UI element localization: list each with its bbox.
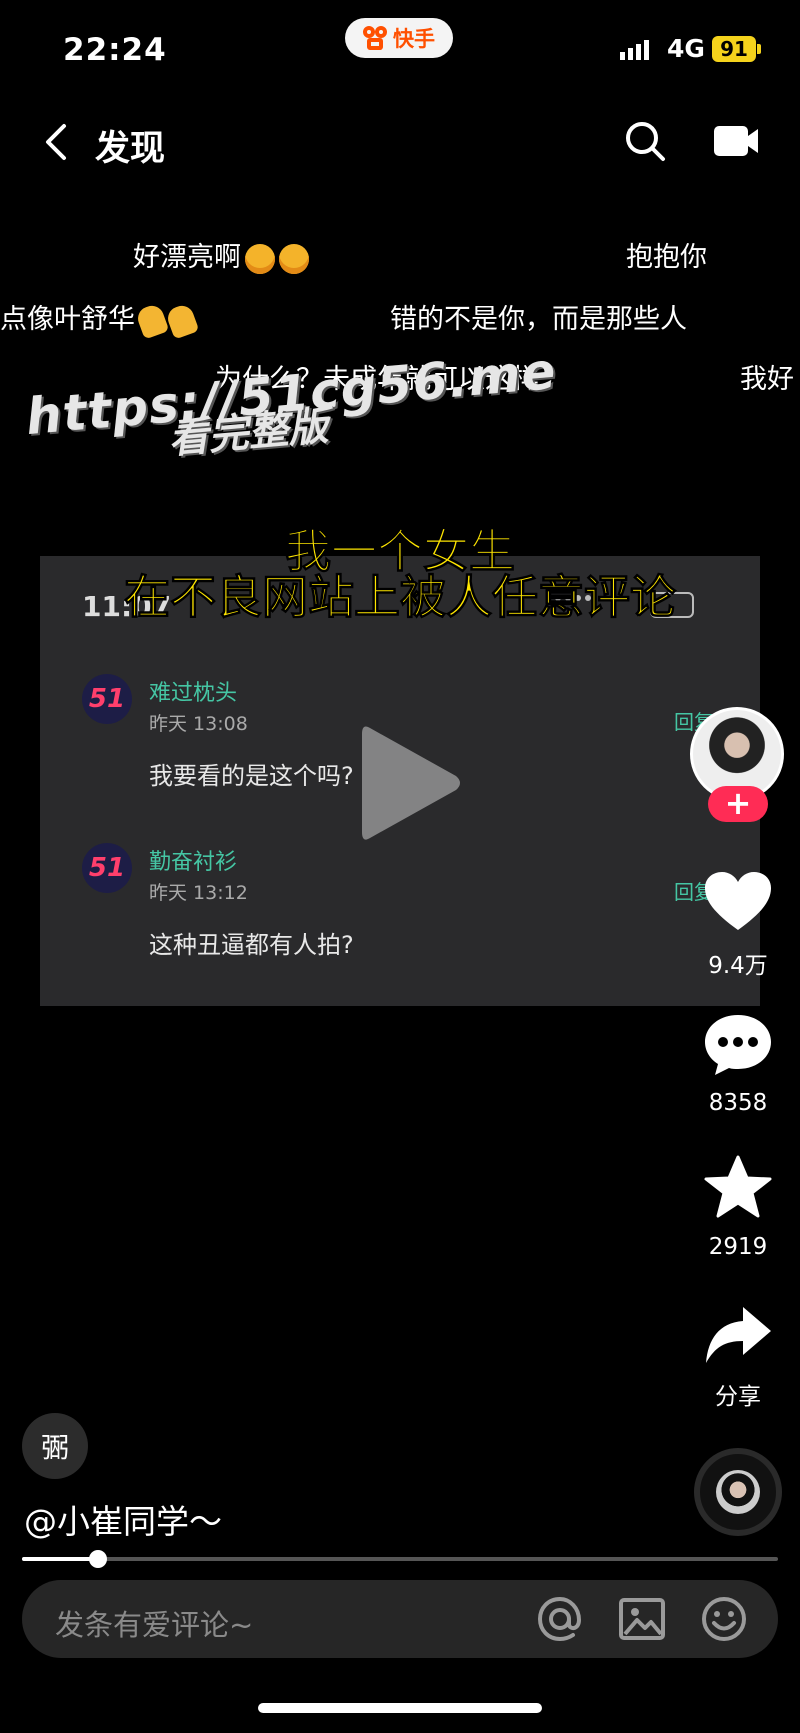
progress-knob[interactable] [88,1550,107,1568]
comment-text: 这种丑逼都有人拍? [149,931,354,959]
blush-emoji-icon [245,243,275,274]
clap-emoji-icon [164,301,200,340]
commenter-avatar: 51 [82,843,132,893]
danmaku-item: 错的不是你，而是那些人 [390,304,687,335]
favorite-count: 2919 [708,1234,768,1260]
battery-level: 91 [712,36,756,62]
star-icon[interactable] [703,1155,773,1219]
danmaku-item: 好漂亮啊 [133,235,309,274]
author-handle[interactable]: @小崔同学～ [24,1495,222,1543]
heart-icon[interactable] [703,870,773,934]
like-count: 9.4万 [708,953,768,979]
comment-count: 8358 [708,1090,768,1116]
comment-text: 我要看的是这个吗? [149,762,354,790]
danmaku-text: 点像叶舒华 [0,304,135,335]
kuaishou-app-pill[interactable]: 快手 [345,18,453,58]
status-time: 22:24 [63,32,167,68]
camera-icon[interactable] [712,124,760,158]
comment-time: 昨天 13:12 [149,882,248,904]
comment-time: 昨天 13:08 [149,713,248,735]
play-icon[interactable] [356,718,466,848]
clap-emoji-icon [134,301,170,340]
battery-tip [757,44,761,54]
commenter-avatar: 51 [82,674,132,724]
watermark-subtitle: 看完整版 [166,403,331,463]
emoji-icon[interactable] [699,1594,749,1644]
back-icon[interactable] [42,122,72,162]
page-title[interactable]: 发现 [95,120,165,171]
search-icon[interactable] [624,120,666,162]
home-indicator[interactable] [258,1703,542,1713]
danmaku-item: 我好 [740,364,794,395]
image-icon[interactable] [617,1594,667,1644]
danmaku-item: 点像叶舒华 [0,297,200,340]
sound-badge[interactable]: 弻 [22,1413,88,1479]
follow-button[interactable]: + [708,786,768,822]
app-name: 快手 [393,27,435,51]
danmaku-item: 抱抱你 [626,242,707,273]
music-disc-icon[interactable] [694,1448,782,1536]
video-caption-line2: 在不良网站上被人任意评论 [124,570,677,625]
network-type: 4G [667,34,705,63]
progress-track[interactable] [22,1557,778,1561]
commenter-name: 难过枕头 [149,681,238,706]
progress-fill [22,1557,98,1561]
comment-input[interactable]: 发条有爱评论~ [55,1602,253,1644]
share-label[interactable]: 分享 [678,1377,798,1411]
share-icon[interactable] [703,1303,773,1367]
blush-emoji-icon [279,243,309,274]
kuaishou-logo-icon [363,26,387,50]
danmaku-text: 好漂亮啊 [133,242,241,273]
comment-icon[interactable] [703,1013,773,1077]
commenter-name: 勤奋衬衫 [149,850,238,875]
signal-icon [620,40,649,60]
at-mention-icon[interactable] [535,1594,585,1644]
